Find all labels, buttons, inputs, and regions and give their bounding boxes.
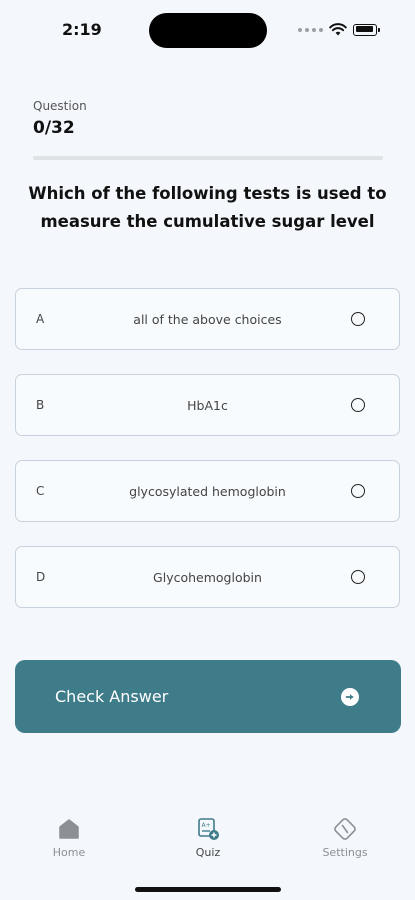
home-icon	[59, 819, 79, 839]
question-counter: 0/32	[33, 118, 75, 138]
dynamic-island	[149, 13, 267, 48]
option-letter: A	[36, 312, 45, 326]
option-letter: B	[36, 398, 45, 412]
answer-option-c[interactable]: C glycosylated hemoglobin	[15, 460, 400, 522]
answer-options: A all of the above choices B HbA1c C gly…	[15, 288, 400, 632]
arrow-right-icon	[341, 687, 359, 706]
answer-option-a[interactable]: A all of the above choices	[15, 288, 400, 350]
radio-button-icon[interactable]	[351, 398, 365, 412]
radio-button-icon[interactable]	[351, 570, 365, 584]
settings-icon	[334, 818, 356, 840]
tab-settings-label: Settings	[322, 846, 368, 859]
home-indicator[interactable]	[135, 887, 281, 892]
radio-button-icon[interactable]	[351, 312, 365, 326]
option-letter: C	[36, 484, 45, 498]
answer-option-d[interactable]: D Glycohemoglobin	[15, 546, 400, 608]
status-icons	[298, 23, 380, 36]
option-text: HbA1c	[187, 397, 228, 413]
tab-quiz[interactable]: A+ Quiz	[163, 816, 253, 859]
cellular-signal-icon	[298, 27, 323, 32]
check-answer-button[interactable]: Check Answer	[15, 660, 401, 733]
quiz-progress-bar	[33, 156, 383, 160]
tab-quiz-label: Quiz	[195, 846, 221, 859]
answer-option-b[interactable]: B HbA1c	[15, 374, 400, 436]
check-answer-label: Check Answer	[55, 687, 169, 706]
question-text: Which of the following tests is used to …	[28, 184, 387, 231]
question-label: Question	[33, 99, 87, 113]
option-letter: D	[36, 570, 46, 584]
wifi-icon	[329, 23, 347, 36]
status-time: 2:19	[62, 20, 102, 39]
bottom-tab-bar: Home A+ Quiz Settings	[0, 800, 415, 900]
option-text: all of the above choices	[133, 311, 282, 327]
tab-home[interactable]: Home	[24, 816, 114, 859]
svg-text:A+: A+	[202, 822, 211, 829]
status-bar: 2:19	[0, 0, 415, 62]
tab-settings[interactable]: Settings	[300, 816, 390, 859]
quiz-icon: A+	[198, 818, 219, 840]
option-text: glycosylated hemoglobin	[129, 483, 286, 499]
radio-button-icon[interactable]	[351, 484, 365, 498]
option-text: Glycohemoglobin	[153, 569, 262, 585]
tab-home-label: Home	[52, 846, 86, 859]
battery-icon	[353, 23, 380, 36]
